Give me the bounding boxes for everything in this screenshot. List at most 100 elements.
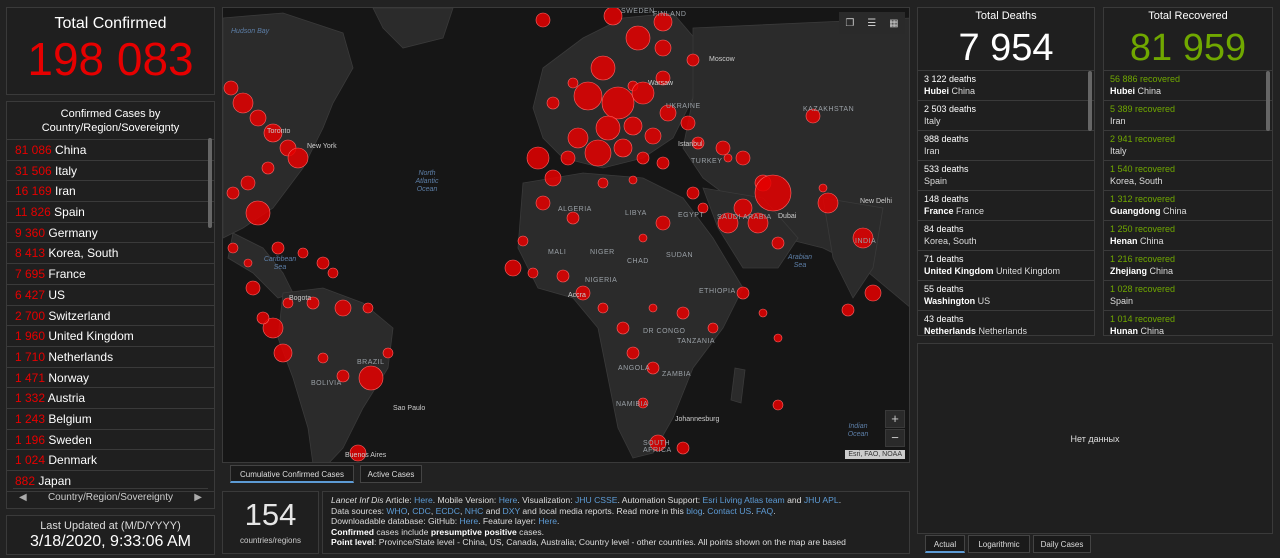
nhc-link[interactable]: NHC [465, 506, 484, 516]
case-marker[interactable] [723, 153, 733, 163]
country-list-item[interactable]: 16 169 Iran [7, 181, 214, 203]
case-marker[interactable] [707, 322, 719, 334]
case-marker[interactable] [758, 308, 768, 318]
case-marker[interactable] [595, 115, 621, 141]
esri-link[interactable]: Esri Living Atlas team [703, 495, 785, 505]
case-marker[interactable] [316, 256, 330, 270]
blog-link[interactable]: blog [686, 506, 702, 516]
who-link[interactable]: WHO [386, 506, 407, 516]
case-marker[interactable] [358, 365, 384, 391]
deaths-list-item[interactable]: 71 deaths United Kingdom United Kingdom [918, 251, 1094, 281]
case-marker[interactable] [818, 183, 828, 193]
jhu-apl-link[interactable]: JHU APL [804, 495, 839, 505]
case-marker[interactable] [754, 174, 792, 212]
case-marker[interactable] [560, 150, 576, 166]
case-marker[interactable] [817, 192, 839, 214]
recovered-list-item[interactable]: 1 540 recovered Korea, South [1104, 161, 1272, 191]
case-marker[interactable] [273, 343, 293, 363]
deaths-list-item[interactable]: 148 deaths France France [918, 191, 1094, 221]
case-marker[interactable] [864, 284, 882, 302]
case-marker[interactable] [240, 175, 256, 191]
case-marker[interactable] [686, 53, 700, 67]
case-marker[interactable] [613, 138, 633, 158]
case-marker[interactable] [686, 186, 700, 200]
case-marker[interactable] [597, 302, 609, 314]
case-marker[interactable] [245, 200, 271, 226]
country-list-item[interactable]: 1 243 Belgium [7, 409, 214, 430]
case-marker[interactable] [601, 86, 635, 120]
case-marker[interactable] [556, 269, 570, 283]
case-marker[interactable] [656, 156, 670, 170]
case-marker[interactable] [841, 303, 855, 317]
recovered-list-item[interactable]: 1 014 recovered Hunan China [1104, 311, 1272, 335]
case-marker[interactable] [223, 80, 239, 96]
case-marker[interactable] [590, 55, 616, 81]
tab-logarithmic[interactable]: Logarithmic [968, 535, 1030, 553]
case-marker[interactable] [648, 303, 658, 313]
case-marker[interactable] [676, 306, 690, 320]
grid-icon[interactable]: ▦ [889, 18, 898, 29]
country-list-item[interactable]: 6 427 US [7, 285, 214, 306]
country-list-item[interactable]: 1 024 Denmark [7, 450, 214, 471]
case-marker[interactable] [287, 147, 309, 169]
case-marker[interactable] [362, 302, 374, 314]
deaths-list-item[interactable]: 2 503 deaths Italy [918, 101, 1094, 131]
case-marker[interactable] [597, 177, 609, 189]
case-marker[interactable] [773, 333, 783, 343]
country-list-scrollbar[interactable] [208, 138, 212, 228]
country-list-item[interactable]: 1 471 Norway [7, 368, 214, 389]
tab-active-cases[interactable]: Active Cases [360, 465, 422, 483]
deaths-list-item[interactable]: 84 deaths Korea, South [918, 221, 1094, 251]
tab-cumulative-confirmed[interactable]: Cumulative Confirmed Cases [230, 465, 354, 483]
recovered-list-item[interactable]: 1 028 recovered Spain [1104, 281, 1272, 311]
recovered-list-item[interactable]: 5 389 recovered Iran [1104, 101, 1272, 131]
recovered-list-item[interactable]: 1 250 recovered Henan China [1104, 221, 1272, 251]
case-marker[interactable] [654, 39, 672, 57]
case-marker[interactable] [249, 109, 267, 127]
case-marker[interactable] [256, 311, 270, 325]
country-list-item[interactable]: 9 360 Germany [7, 223, 214, 244]
article-link[interactable]: Here [414, 495, 433, 505]
case-marker[interactable] [504, 259, 522, 277]
case-marker[interactable] [772, 399, 784, 411]
case-marker[interactable] [655, 215, 671, 231]
case-marker[interactable] [638, 233, 648, 243]
country-list-item[interactable]: 1 332 Austria [7, 388, 214, 409]
case-marker[interactable] [676, 441, 690, 455]
deaths-list-item[interactable]: 55 deaths Washington US [918, 281, 1094, 311]
country-list-item[interactable]: 2 700 Switzerland [7, 306, 214, 327]
country-list-item[interactable]: 1 710 Netherlands [7, 347, 214, 368]
case-marker[interactable] [735, 150, 751, 166]
case-marker[interactable] [628, 175, 638, 185]
case-marker[interactable] [584, 139, 612, 167]
tab-daily-cases[interactable]: Daily Cases [1033, 535, 1091, 553]
case-marker[interactable] [535, 195, 551, 211]
case-marker[interactable] [226, 186, 240, 200]
jhu-csse-link[interactable]: JHU CSSE [575, 495, 618, 505]
case-marker[interactable] [616, 321, 630, 335]
country-list-item[interactable]: 31 506 Italy [7, 161, 214, 182]
chevron-right-icon[interactable]: ▶ [194, 489, 202, 507]
recovered-list-item[interactable]: 2 941 recovered Italy [1104, 131, 1272, 161]
country-list-item[interactable]: 81 086 China [7, 140, 214, 161]
case-marker[interactable] [567, 127, 589, 149]
zoom-out-button[interactable]: − [885, 429, 905, 447]
country-list-item[interactable]: 7 695 France [7, 264, 214, 285]
deaths-list-item[interactable]: 3 122 deaths Hubei China [918, 71, 1094, 101]
feature-layer-link[interactable]: Here [538, 516, 557, 526]
case-marker[interactable] [227, 242, 239, 254]
case-marker[interactable] [546, 96, 560, 110]
map-canvas[interactable] [223, 8, 910, 463]
deaths-list-item[interactable]: 533 deaths Spain [918, 161, 1094, 191]
deaths-list-scrollbar[interactable] [1088, 71, 1092, 131]
recovered-list-scrollbar[interactable] [1266, 71, 1270, 131]
github-link[interactable]: Here [460, 516, 479, 526]
contact-link[interactable]: Contact US [707, 506, 751, 516]
cdc-link[interactable]: CDC [412, 506, 431, 516]
case-marker[interactable] [567, 77, 579, 89]
case-marker[interactable] [382, 347, 394, 359]
country-list-item[interactable]: 1 196 Sweden [7, 430, 214, 451]
case-marker[interactable] [261, 161, 275, 175]
case-marker[interactable] [297, 247, 309, 259]
case-marker[interactable] [715, 140, 731, 156]
